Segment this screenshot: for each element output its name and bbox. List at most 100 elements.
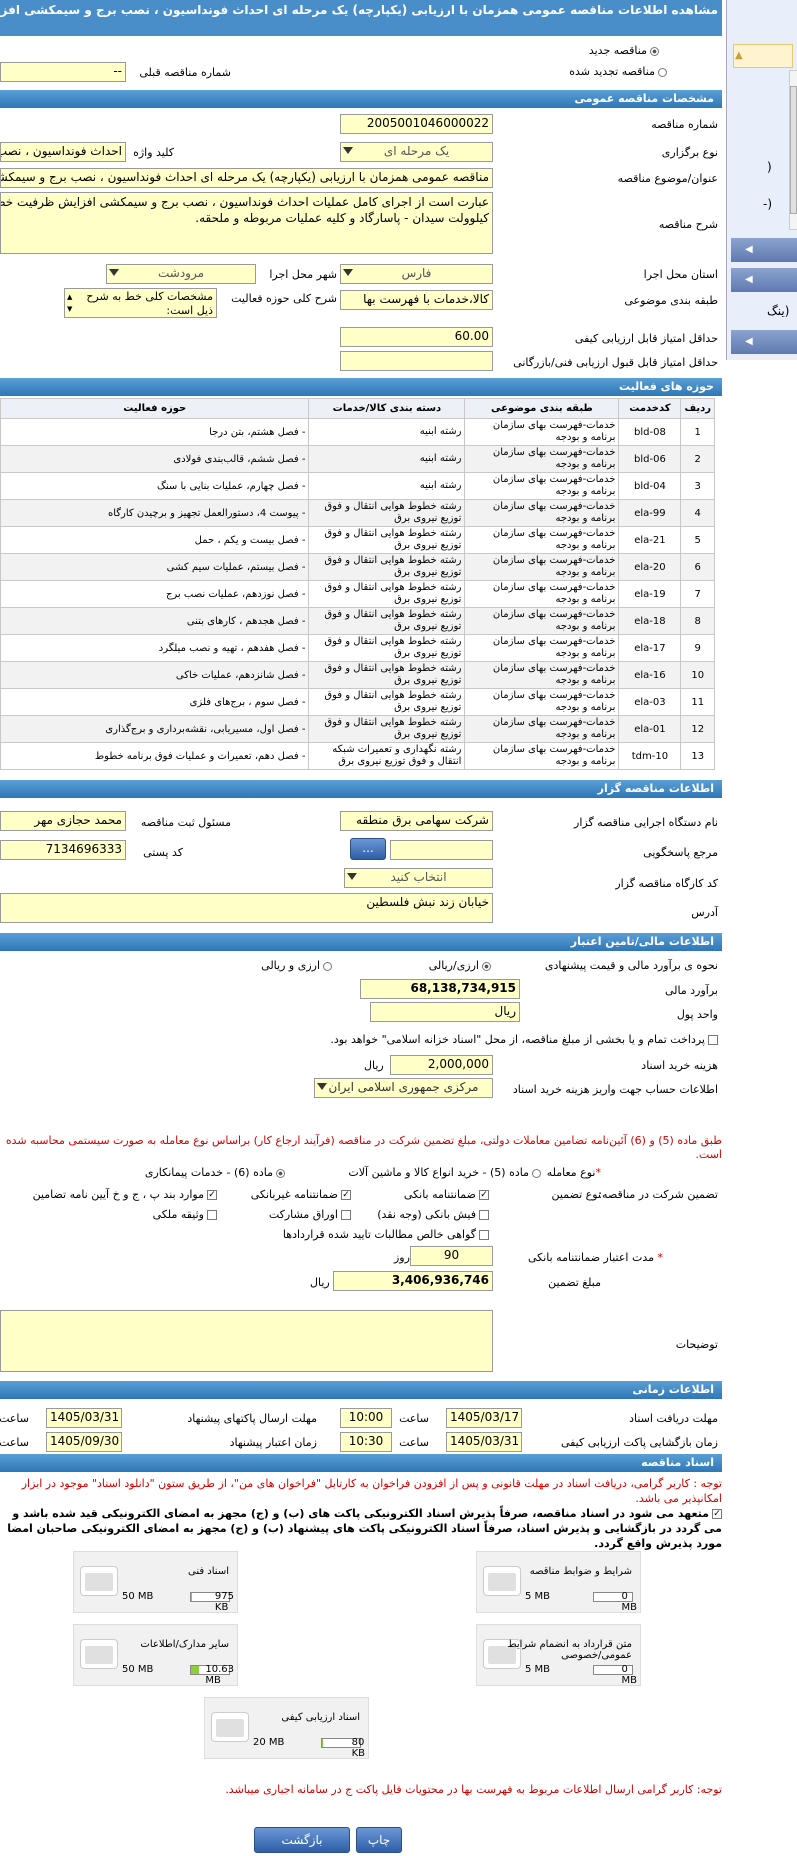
table-cell: ela-99 (618, 499, 682, 527)
radio-m6[interactable]: ماده (6) - خدمات پیمانکاری (145, 1166, 285, 1179)
table-row: 4 ela-99 خدمات-فهرست بهای سازمان برنامه و … (0, 499, 715, 527)
check-bank[interactable]: ✓ضمانتنامه بانکی (404, 1188, 489, 1201)
method-select[interactable]: یک مرحله ای (340, 142, 493, 162)
commit-line: مورد پذیرش واقع گردد. (594, 1537, 722, 1550)
resp-field[interactable]: محمد حجازی مهر (0, 811, 126, 831)
prev-number-field[interactable]: -- (0, 62, 126, 82)
payment-checkbox[interactable]: پرداخت تمام و یا بخشی از مبلغ مناقصه، از… (330, 1033, 718, 1046)
print-button[interactable]: چاپ (356, 1827, 402, 1853)
folder-icon (80, 1639, 118, 1669)
section-finance: اطلاعات مالی/تامین اعتبار (0, 933, 722, 951)
receive-time-field[interactable]: 10:00 (340, 1408, 392, 1428)
postal-field[interactable]: 7134696333 (0, 840, 126, 860)
province-select[interactable]: فارس (340, 264, 493, 284)
valid-date-field[interactable]: 1405/09/30 (46, 1432, 122, 1452)
check-bonds[interactable]: اوراق مشارکت (269, 1208, 351, 1221)
ref-field[interactable] (390, 840, 493, 860)
check-items[interactable]: ✓موارد بند پ ، ج و خ آیین نامه تضامین (33, 1188, 217, 1201)
ref-lookup-button[interactable]: ... (350, 838, 386, 860)
method-value: یک مرحله ای (383, 144, 450, 158)
valid-label: زمان اعتبار پیشنهاد (229, 1436, 317, 1449)
doc-cost-field[interactable]: 2,000,000 (390, 1055, 493, 1075)
table-cell: 8 (680, 607, 715, 635)
commit-checkbox[interactable]: ✓متعهد می شود در اسناد مناقصه، صرفاً پذی… (0, 1506, 722, 1551)
category-field[interactable]: کالا،خدمات با فهرست بها (340, 290, 493, 310)
doc-card[interactable]: اسناد ارزیابی کیفی 20 MB 80 KB (204, 1697, 369, 1759)
folder-icon (483, 1566, 521, 1596)
send-date-field[interactable]: 1405/03/31 (46, 1408, 122, 1428)
prev-number-label: شماره مناقصه قبلی (139, 66, 231, 79)
table-cell: 9 (680, 634, 715, 662)
scope-label: شرح کلی حوزه فعالیت (231, 292, 337, 305)
table-cell: رشته ابنیه (308, 418, 466, 446)
estimate-field[interactable]: 68,138,734,915 (360, 979, 520, 999)
side-button[interactable]: ◀ (731, 330, 797, 354)
estimate-method-label: نحوه ی برآورد مالی و قیمت پیشنهادی (544, 959, 718, 972)
scope-field[interactable]: مشخصات کلی خط به شرح ذیل است: ▲ ▼ (64, 288, 217, 318)
doc-card[interactable]: اسناد فنی 50 MB 975 KB (73, 1551, 238, 1613)
guarantee-note: طبق ماده (5) و (6) آئین‌نامه تضامین معام… (5, 1134, 722, 1161)
account-select[interactable]: مرکزی جمهوری اسلامی ایران (314, 1078, 493, 1098)
radio-renewed-tender[interactable]: مناقصه تجدید شده (569, 65, 667, 78)
table-cell: خدمات-فهرست بهای سازمان برنامه و بودجه (464, 445, 620, 473)
side-button[interactable]: ◀ (731, 238, 797, 262)
doc-card-max: 20 MB (253, 1737, 285, 1748)
min-quality-field[interactable]: 60.00 (340, 327, 493, 347)
validity-text: مدت اعتبار ضمانتنامه بانکی (527, 1251, 654, 1264)
method-label: نوع برگزاری (661, 146, 718, 159)
validity-field[interactable]: 90 (410, 1246, 493, 1266)
estimate-label: برآورد مالی (665, 984, 718, 997)
scroll-down-icon[interactable]: ▼ (67, 302, 72, 316)
table-cell: خدمات-فهرست بهای سازمان برنامه و بودجه (464, 688, 620, 716)
check-cheque[interactable]: فیش بانکی (وجه نقد) (377, 1208, 489, 1221)
open-date-field[interactable]: 1405/03/31 (446, 1432, 522, 1452)
postal-label: کد پستی (143, 846, 183, 859)
workshop-value: انتخاب کنید (390, 870, 447, 884)
notes-field[interactable] (0, 1310, 493, 1372)
chevron-down-icon (347, 873, 357, 880)
desc-field[interactable]: عبارت است از اجرای کامل عملیات احداث فون… (0, 192, 493, 254)
radio-new-tender[interactable]: مناقصه جدید (589, 44, 659, 57)
check-claims[interactable]: گواهی خالص مطالبات تایید شده قراردادها (283, 1228, 489, 1241)
address-field[interactable]: خیابان زند نبش فلسطین (0, 893, 493, 923)
keyword-field[interactable]: احداث فونداسیون ، نصب برج و (0, 142, 126, 162)
city-select[interactable]: مرودشت (106, 264, 256, 284)
doc-card[interactable]: سایر مدارک/اطلاعات 50 MB 10.63 MB (73, 1624, 238, 1686)
validity-label: * مدت اعتبار ضمانتنامه بانکی (527, 1251, 663, 1264)
open-time-field[interactable]: 10:30 (340, 1432, 392, 1452)
radio-foreign-and-rial[interactable]: ارزی و ریالی (261, 959, 332, 972)
check-label: ضمانتنامه بانکی (403, 1188, 476, 1201)
table-cell: ela-20 (618, 553, 682, 581)
tender-number-field[interactable]: 2005001046000022 (340, 114, 493, 134)
table-cell: 1 (680, 418, 715, 446)
doc-card[interactable]: شرایط و ضوابط مناقصه 5 MB 0 MB (476, 1551, 641, 1613)
workshop-select[interactable]: انتخاب کنید (344, 868, 493, 888)
subject-field[interactable]: مناقصه عمومی همزمان با ارزیابی (یکپارچه)… (0, 168, 493, 188)
category-label: طبقه بندی موضوعی (624, 294, 718, 307)
min-tech-field[interactable] (340, 351, 493, 371)
account-value: مرکزی جمهوری اسلامی ایران (328, 1080, 479, 1094)
province-value: فارس (401, 266, 432, 280)
back-button[interactable]: بازگشت (254, 1827, 350, 1853)
section-organizer: اطلاعات مناقصه گزار (0, 780, 722, 798)
page: مشاهده اطلاعات مناقصه عمومی همزمان با ار… (0, 0, 797, 1856)
validity-unit: روز (394, 1251, 410, 1264)
side-button[interactable]: ◀ (731, 268, 797, 292)
receive-date-field[interactable]: 1405/03/17 (446, 1408, 522, 1428)
check-label: اوراق مشارکت (268, 1208, 338, 1221)
table-cell: - فصل اول، مسیریابی، نقشه‌برداری و برج‌گ… (0, 715, 310, 743)
radio-m5[interactable]: ماده (5) - خرید انواع کالا و ماشین آلات (348, 1166, 541, 1179)
table-cell: - فصل چهارم، عملیات بنایی با سنگ (0, 472, 310, 500)
subject-label: عنوان/موضوع مناقصه (617, 172, 718, 185)
check-property[interactable]: وثیقه ملکی (153, 1208, 217, 1221)
table-row: 13 tdm-10 خدمات-فهرست بهای سازمان برنامه و… (0, 742, 715, 770)
radio-rial[interactable]: ارزی/ریالی (429, 959, 491, 972)
doc-card[interactable]: متن قرارداد به انضمام شرایط عمومی/خصوصی 5… (476, 1624, 641, 1686)
check-nonbank[interactable]: ✓ضمانتنامه غیربانکی (251, 1188, 351, 1201)
amount-field[interactable]: 3,406,936,746 (333, 1271, 493, 1291)
org-field[interactable]: شرکت سهامی برق منطقه (340, 811, 493, 831)
currency-field[interactable]: ریال (370, 1002, 520, 1022)
side-scrollbar-thumb[interactable] (790, 86, 797, 214)
table-cell: خدمات-فهرست بهای سازمان برنامه و بودجه (464, 580, 620, 608)
table-row: 10 ela-16 خدمات-فهرست بهای سازمان برنامه و… (0, 661, 715, 689)
